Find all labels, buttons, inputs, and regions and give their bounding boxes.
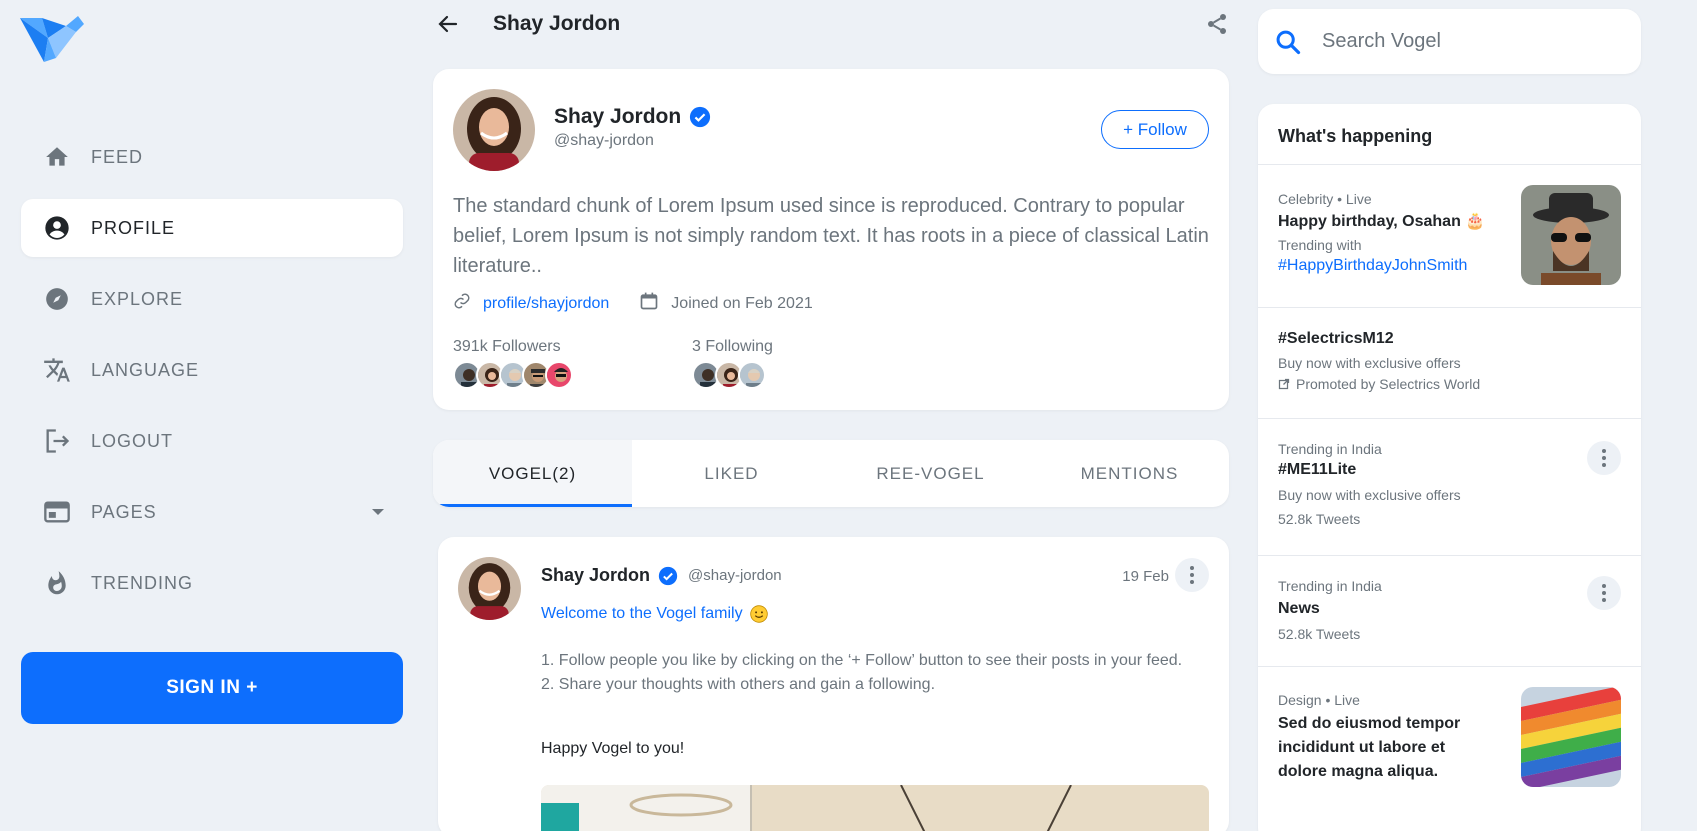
- trend-thumbnail[interactable]: [1521, 687, 1621, 787]
- joined-date: Joined on Feb 2021: [671, 294, 813, 312]
- sidebar-nav: FEED PROFILE EXPLORE LANGUAGE LOGOUT PAG…: [21, 128, 403, 625]
- web-page-icon: [42, 497, 72, 527]
- tab-ree-vogel[interactable]: REE-VOGEL: [831, 440, 1030, 507]
- search-box: [1258, 9, 1641, 74]
- trend-item[interactable]: #SelectricsM12 Buy now with exclusive of…: [1258, 308, 1641, 419]
- post-header: Shay Jordon @shay-jordon: [541, 565, 782, 586]
- nav-item-language[interactable]: LANGUAGE: [21, 341, 403, 399]
- trend-title: #ME11Lite: [1278, 461, 1357, 478]
- avatar: [738, 361, 766, 389]
- profile-bio: The standard chunk of Lorem Ipsum used s…: [453, 195, 1209, 277]
- trend-count: 52.8k Tweets: [1278, 626, 1361, 642]
- home-icon: [42, 142, 72, 172]
- profile-handle: @shay-jordon: [554, 132, 654, 149]
- post-author-avatar[interactable]: [458, 557, 521, 620]
- post-card: Shay Jordon @shay-jordon 19 Feb Welcome …: [438, 537, 1229, 831]
- trend-thumbnail[interactable]: [1521, 185, 1621, 285]
- post-body: 1. Follow people you like by clicking on…: [541, 649, 1191, 697]
- post-date: 19 Feb: [1122, 568, 1169, 585]
- more-options-icon[interactable]: [1587, 576, 1621, 610]
- avatar: [545, 361, 573, 389]
- smile-emoji-icon: [749, 605, 768, 623]
- nav-item-feed[interactable]: FEED: [21, 128, 403, 186]
- page-header: Shay Jordon: [433, 0, 1229, 48]
- profile-link[interactable]: profile/shayjordon: [483, 295, 609, 313]
- trend-title: #SelectricsM12: [1278, 330, 1394, 347]
- calendar-icon: [639, 291, 659, 316]
- fire-icon: [42, 568, 72, 598]
- trend-title: News: [1278, 600, 1320, 617]
- page-title: Shay Jordon: [493, 12, 621, 35]
- more-options-icon[interactable]: [1175, 558, 1209, 592]
- nav-item-pages[interactable]: PAGES: [21, 483, 403, 541]
- search-icon: [1276, 30, 1301, 54]
- trend-item[interactable]: Trending in India News 52.8k Tweets: [1258, 556, 1641, 667]
- sign-in-button[interactable]: SIGN IN +: [21, 652, 403, 724]
- nav-item-logout[interactable]: LOGOUT: [21, 412, 403, 470]
- translate-icon: [42, 355, 72, 385]
- post-author-handle: @shay-jordon: [688, 567, 782, 584]
- trend-title: Sed do eiusmod tempor incididunt ut labo…: [1278, 715, 1461, 780]
- trend-item[interactable]: Celebrity • Live Happy birthday, Osahan …: [1258, 165, 1641, 308]
- nav-label: TRENDING: [91, 572, 193, 593]
- nav-label: EXPLORE: [91, 288, 184, 309]
- nav-label: LANGUAGE: [91, 359, 200, 380]
- back-arrow-icon[interactable]: [433, 9, 463, 39]
- compass-icon: [42, 284, 72, 314]
- profile-name: Shay Jordon: [554, 105, 682, 128]
- link-icon: [453, 292, 471, 315]
- nav-item-profile[interactable]: PROFILE: [21, 199, 403, 257]
- following-count[interactable]: 3 Following: [692, 338, 773, 356]
- follow-button[interactable]: + Follow: [1101, 110, 1209, 149]
- chevron-down-icon[interactable]: [372, 509, 384, 515]
- following-avatars[interactable]: [692, 361, 766, 389]
- external-link-icon: [1278, 378, 1290, 390]
- logout-icon: [42, 426, 72, 456]
- profile-name-row: Shay Jordon: [554, 105, 711, 129]
- trends-title: What's happening: [1258, 104, 1641, 165]
- post-author-name[interactable]: Shay Jordon: [541, 565, 650, 586]
- post-image[interactable]: [541, 785, 1209, 831]
- post-closing: Happy Vogel to you!: [541, 740, 685, 757]
- trend-meta: Trending in India: [1278, 441, 1382, 457]
- nav-label: LOGOUT: [91, 430, 174, 451]
- tab-vogel[interactable]: VOGEL(2): [433, 440, 632, 507]
- post-line: 1. Follow people you like by clicking on…: [541, 652, 1183, 669]
- vogel-logo[interactable]: [20, 16, 86, 68]
- nav-item-trending[interactable]: TRENDING: [21, 554, 403, 612]
- profile-avatar[interactable]: [453, 89, 535, 171]
- more-options-icon[interactable]: [1587, 441, 1621, 475]
- post-headline-text[interactable]: Welcome to the Vogel family: [541, 605, 743, 623]
- profile-card: Shay Jordon @shay-jordon + Follow The st…: [433, 69, 1229, 410]
- trend-promo: Promoted by Selectrics World: [1278, 376, 1641, 392]
- trends-panel: What's happening Celebrity • Live Happy …: [1258, 104, 1641, 831]
- share-icon[interactable]: [1205, 12, 1229, 36]
- search-input[interactable]: [1322, 30, 1622, 53]
- tab-liked[interactable]: LIKED: [632, 440, 831, 507]
- trend-sub: Buy now with exclusive offers: [1278, 487, 1461, 503]
- nav-label: PROFILE: [91, 217, 176, 238]
- profile-tabs: VOGEL(2) LIKED REE-VOGEL MENTIONS: [433, 440, 1229, 507]
- trend-item[interactable]: Trending in India #ME11Lite Buy now with…: [1258, 419, 1641, 556]
- trend-count: 52.8k Tweets: [1278, 511, 1361, 527]
- nav-item-explore[interactable]: EXPLORE: [21, 270, 403, 328]
- followers-avatars[interactable]: [453, 361, 573, 389]
- trend-promo-text: Promoted by Selectrics World: [1296, 376, 1481, 392]
- trend-item[interactable]: Design • Live Sed do eiusmod tempor inci…: [1258, 667, 1641, 807]
- account-circle-icon: [42, 213, 72, 243]
- tab-mentions[interactable]: MENTIONS: [1030, 440, 1229, 507]
- post-headline: Welcome to the Vogel family: [541, 604, 769, 624]
- followers-count[interactable]: 391k Followers: [453, 338, 561, 356]
- verified-badge-icon: [690, 106, 711, 128]
- trend-sub: Buy now with exclusive offers: [1278, 355, 1461, 371]
- post-line: 2. Share your thoughts with others and g…: [541, 676, 936, 693]
- profile-meta: profile/shayjordon Joined on Feb 2021: [453, 291, 813, 316]
- nav-label: FEED: [91, 146, 144, 167]
- nav-label: PAGES: [91, 501, 157, 522]
- verified-badge-icon: [658, 566, 678, 585]
